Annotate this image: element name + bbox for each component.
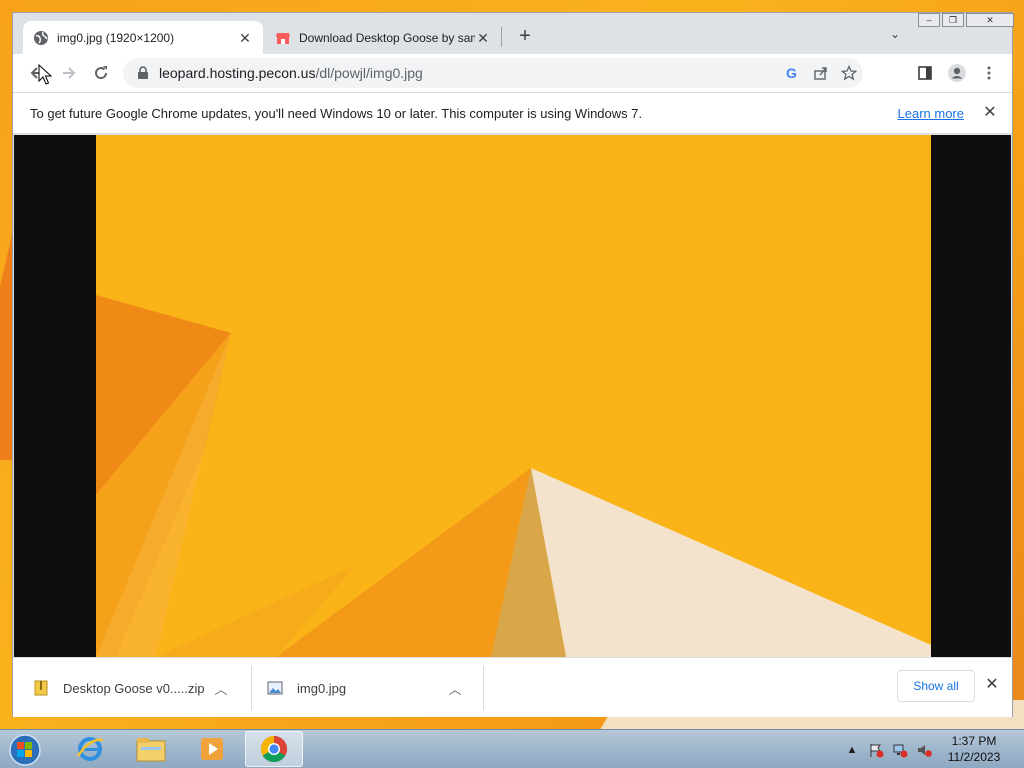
download-item-zip[interactable]: Desktop Goose v0.....zip ︿	[13, 666, 231, 710]
download-divider	[483, 666, 484, 710]
globe-icon	[33, 30, 49, 46]
tab-strip: img0.jpg (1920×1200) ✕ Download Desktop …	[13, 13, 1014, 54]
download-name: Desktop Goose v0.....zip	[63, 680, 205, 696]
tab-search-button[interactable]: ⌄	[885, 27, 905, 47]
system-tray: ▲	[842, 730, 938, 768]
downloads-close-icon[interactable]: ✕	[981, 674, 1003, 696]
tab-divider	[501, 27, 502, 47]
lock-icon[interactable]	[137, 66, 149, 80]
share-icon[interactable]	[807, 59, 835, 87]
taskbar-clock[interactable]: 1:37 PM 11/2/2023	[934, 733, 1014, 765]
taskbar-chrome[interactable]	[245, 731, 303, 767]
bookmark-star-icon[interactable]	[835, 59, 863, 87]
internet-explorer-icon	[76, 737, 104, 761]
mouse-cursor-icon	[38, 64, 52, 85]
side-panel-button[interactable]	[913, 61, 937, 85]
forward-arrow-icon	[63, 67, 76, 79]
volume-muted-icon[interactable]	[914, 740, 934, 760]
media-player-icon	[201, 738, 223, 760]
action-center-flag-icon[interactable]	[866, 740, 886, 760]
tab-title: Download Desktop Goose by samperson	[299, 30, 475, 45]
minimize-button[interactable]: –	[918, 13, 940, 27]
update-infobar: To get future Google Chrome updates, you…	[13, 92, 1012, 134]
menu-button[interactable]	[977, 61, 1001, 85]
taskbar-media-player[interactable]	[183, 731, 241, 767]
toolbar: leopard.hosting.pecon.us/dl/powjl/img0.j…	[13, 54, 1012, 92]
taskbar: ▲ 1:37 PM 11/2/2023	[0, 729, 1024, 768]
chrome-window: img0.jpg (1920×1200) ✕ Download Desktop …	[12, 12, 1014, 717]
forward-button[interactable]	[57, 61, 81, 85]
network-icon[interactable]	[890, 740, 910, 760]
chevron-up-icon[interactable]: ︿	[211, 679, 231, 698]
tab-desktop-goose[interactable]: Download Desktop Goose by samperson ✕	[265, 21, 501, 54]
show-hidden-icons-icon[interactable]: ▲	[842, 740, 862, 760]
download-item-image[interactable]: img0.jpg ︿	[247, 666, 465, 710]
google-lens-icon[interactable]: G	[779, 59, 807, 87]
new-tab-button[interactable]: +	[513, 25, 537, 49]
kebab-menu-icon	[987, 66, 991, 80]
start-button[interactable]	[5, 732, 45, 767]
profile-avatar-icon	[948, 64, 966, 82]
windows-orb-icon	[9, 734, 41, 766]
tab-img0[interactable]: img0.jpg (1920×1200) ✕	[23, 21, 263, 54]
image-viewport	[14, 135, 1011, 657]
reload-icon	[95, 66, 108, 80]
learn-more-link[interactable]: Learn more	[898, 106, 964, 121]
reload-button[interactable]	[89, 61, 113, 85]
taskbar-ie[interactable]	[61, 731, 119, 767]
window-close-button[interactable]: ✕	[966, 13, 1014, 27]
address-bar[interactable]: leopard.hosting.pecon.us/dl/powjl/img0.j…	[123, 58, 863, 88]
displayed-image[interactable]	[96, 135, 931, 657]
close-icon[interactable]: ✕	[237, 30, 253, 46]
url-domain: leopard.hosting.pecon.us	[159, 65, 316, 81]
profile-button[interactable]	[945, 61, 969, 85]
url-text[interactable]: leopard.hosting.pecon.us/dl/powjl/img0.j…	[159, 65, 779, 81]
tab-title: img0.jpg (1920×1200)	[57, 30, 175, 45]
itchio-icon	[275, 30, 291, 46]
infobar-close-icon[interactable]: ✕	[980, 103, 1000, 123]
clock-date: 11/2/2023	[947, 750, 1001, 764]
clock-time: 1:37 PM	[951, 734, 997, 748]
wallpaper-image	[96, 135, 931, 657]
show-all-button[interactable]: Show all	[897, 670, 975, 702]
chrome-icon	[260, 735, 288, 763]
maximize-button[interactable]: ❐	[942, 13, 964, 27]
download-name: img0.jpg	[297, 680, 347, 696]
side-panel-icon	[918, 66, 932, 80]
infobar-message: To get future Google Chrome updates, you…	[30, 105, 643, 121]
chevron-up-icon[interactable]: ︿	[445, 679, 465, 698]
svg-text:G: G	[786, 65, 797, 81]
downloads-bar: Desktop Goose v0.....zip ︿ img0.jpg ︿ Sh…	[13, 657, 1012, 717]
window-controls: – ❐ ✕	[916, 13, 1014, 27]
taskbar-explorer[interactable]	[122, 731, 180, 767]
close-icon[interactable]: ✕	[475, 30, 491, 46]
file-explorer-icon	[136, 738, 166, 762]
zip-file-icon	[33, 680, 49, 696]
image-file-icon	[267, 680, 283, 696]
url-path: /dl/powjl/img0.jpg	[315, 65, 423, 81]
